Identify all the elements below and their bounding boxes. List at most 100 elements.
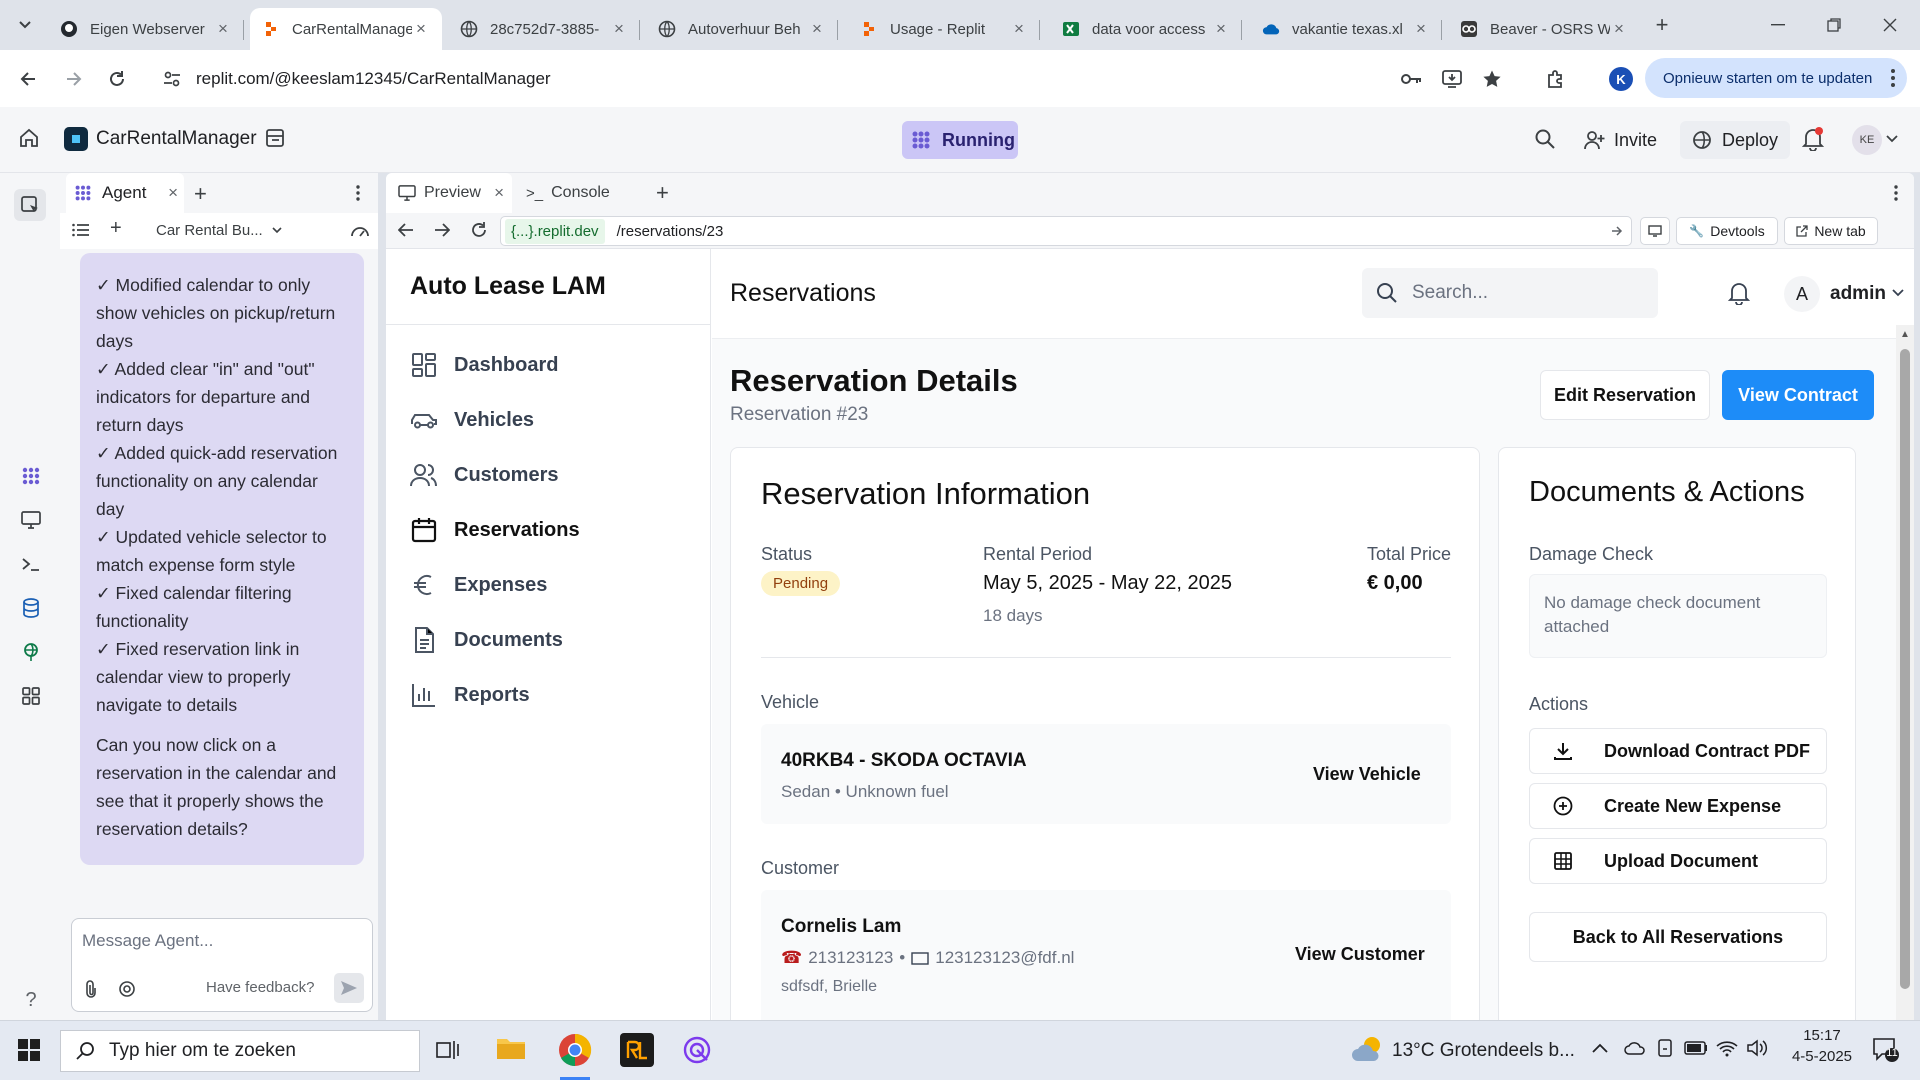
- nav-documents[interactable]: Documents: [410, 620, 563, 660]
- device-tray-icon[interactable]: [1656, 1039, 1674, 1059]
- search-input[interactable]: Search...: [1362, 268, 1658, 318]
- back-to-reservations-button[interactable]: Back to All Reservations: [1529, 912, 1827, 962]
- monitor-icon[interactable]: [18, 507, 44, 533]
- new-tab-button[interactable]: +: [656, 180, 669, 206]
- close-icon[interactable]: ×: [1010, 19, 1028, 38]
- password-key-icon[interactable]: [1396, 63, 1428, 95]
- tab-preview[interactable]: Preview ×: [386, 173, 512, 213]
- minimize-button[interactable]: [1750, 0, 1806, 50]
- nav-vehicles[interactable]: Vehicles: [410, 400, 534, 440]
- bell-icon[interactable]: [1728, 281, 1750, 305]
- notification-center-icon[interactable]: 11: [1872, 1037, 1900, 1063]
- task-view-icon[interactable]: [436, 1039, 460, 1061]
- taskbar-search[interactable]: Typ hier om te zoeken: [60, 1030, 420, 1072]
- edit-reservation-button[interactable]: Edit Reservation: [1540, 370, 1710, 420]
- close-icon[interactable]: ×: [168, 183, 178, 203]
- send-button[interactable]: [334, 973, 364, 1003]
- browser-tab-5[interactable]: data voor access ×: [1050, 8, 1242, 50]
- thread-title[interactable]: Car Rental Bu...: [156, 222, 263, 239]
- nav-reservations[interactable]: Reservations: [410, 510, 580, 550]
- nav-reports[interactable]: Reports: [410, 675, 530, 715]
- database-icon[interactable]: [18, 595, 44, 621]
- upload-document-button[interactable]: Upload Document: [1529, 838, 1827, 884]
- wifi-icon[interactable]: [1716, 1039, 1738, 1057]
- close-icon[interactable]: ×: [1610, 19, 1628, 38]
- chevron-down-icon[interactable]: [272, 227, 282, 234]
- view-customer-button[interactable]: View Customer: [1295, 944, 1425, 965]
- preview-address-input[interactable]: {...}.replit.dev /reservations/23: [500, 216, 1632, 246]
- home-icon[interactable]: [18, 127, 40, 149]
- browser-tab-3[interactable]: Autoverhuur Beh ×: [646, 8, 838, 50]
- feedback-link[interactable]: Have feedback?: [206, 979, 314, 996]
- device-toggle-button[interactable]: [1640, 217, 1670, 245]
- new-thread-button[interactable]: +: [110, 217, 122, 240]
- deployments-icon[interactable]: [18, 639, 44, 665]
- arrow-right-icon[interactable]: [434, 223, 450, 237]
- more-vert-icon[interactable]: [1891, 69, 1895, 87]
- nav-dashboard[interactable]: Dashboard: [410, 345, 558, 385]
- extensions-icon[interactable]: [1540, 63, 1572, 95]
- battery-icon[interactable]: [1684, 1041, 1708, 1055]
- scrollbar-thumb[interactable]: [1900, 349, 1910, 989]
- user-avatar[interactable]: KE: [1852, 125, 1882, 155]
- clock[interactable]: 15:17 4-5-2025: [1790, 1027, 1854, 1065]
- windows-start-icon[interactable]: [18, 1039, 40, 1061]
- close-icon[interactable]: ×: [214, 19, 232, 38]
- profile-avatar[interactable]: K: [1609, 67, 1633, 91]
- runelite-icon[interactable]: [620, 1033, 654, 1067]
- file-explorer-icon[interactable]: [496, 1035, 526, 1061]
- help-icon[interactable]: ?: [18, 987, 44, 1013]
- agent-icon[interactable]: [18, 463, 44, 489]
- volume-icon[interactable]: [1746, 1039, 1768, 1057]
- onedrive-tray-icon[interactable]: [1624, 1041, 1646, 1055]
- create-expense-button[interactable]: Create New Expense: [1529, 783, 1827, 829]
- arrow-left-icon[interactable]: [398, 223, 414, 237]
- message-input[interactable]: Message Agent...: [82, 931, 213, 951]
- user-avatar[interactable]: A: [1784, 276, 1820, 312]
- new-pane-tab-button[interactable]: +: [194, 181, 207, 207]
- omnibox[interactable]: replit.com/@keeslam12345/CarRentalManage…: [148, 59, 1388, 99]
- browser-tab-0[interactable]: Eigen Webserver ×: [48, 8, 244, 50]
- browser-tab-2[interactable]: 28c752d7-3885- ×: [448, 8, 640, 50]
- target-icon[interactable]: [118, 980, 136, 998]
- all-tools-icon[interactable]: [18, 683, 44, 709]
- nav-expenses[interactable]: Expenses: [410, 565, 547, 605]
- notifications-bell-icon[interactable]: [1802, 127, 1824, 151]
- site-info-icon[interactable]: [162, 69, 182, 89]
- chevron-down-icon[interactable]: [1892, 289, 1904, 297]
- close-icon[interactable]: ×: [412, 19, 430, 38]
- devtools-button[interactable]: 🔧 Devtools: [1676, 217, 1778, 245]
- tab-console[interactable]: >_ Console: [514, 173, 642, 213]
- close-icon[interactable]: ×: [808, 19, 826, 38]
- open-new-tab-button[interactable]: New tab: [1784, 217, 1878, 245]
- bookmark-star-icon[interactable]: [1476, 63, 1508, 95]
- maximize-button[interactable]: [1806, 0, 1862, 50]
- reload-icon[interactable]: [470, 221, 488, 239]
- invite-button[interactable]: Invite: [1574, 121, 1667, 159]
- go-arrow-icon[interactable]: [1611, 225, 1623, 237]
- reload-button[interactable]: [101, 63, 133, 95]
- close-icon[interactable]: ×: [1412, 19, 1430, 38]
- install-app-icon[interactable]: [1436, 63, 1468, 95]
- close-window-button[interactable]: [1862, 0, 1918, 50]
- forward-button[interactable]: [58, 63, 90, 95]
- shell-icon[interactable]: [18, 551, 44, 577]
- scroll-up-icon[interactable]: ▲: [1900, 329, 1910, 340]
- more-vert-icon[interactable]: [1894, 185, 1898, 201]
- nav-customers[interactable]: Customers: [410, 455, 558, 495]
- close-icon[interactable]: ×: [1212, 19, 1230, 38]
- thread-list-icon[interactable]: [72, 223, 90, 237]
- search-icon[interactable]: [1534, 128, 1556, 150]
- user-menu[interactable]: admin: [1830, 283, 1886, 305]
- attach-icon[interactable]: [84, 979, 98, 999]
- download-contract-button[interactable]: Download Contract PDF: [1529, 728, 1827, 774]
- update-button[interactable]: Opnieuw starten om te updaten: [1645, 58, 1907, 98]
- tab-search-button[interactable]: [8, 10, 42, 40]
- browser-tab-4[interactable]: Usage - Replit ×: [848, 8, 1040, 50]
- more-vert-icon[interactable]: [356, 185, 360, 201]
- close-icon[interactable]: ×: [494, 183, 504, 203]
- speed-gauge-icon[interactable]: [350, 222, 370, 238]
- agent-tab[interactable]: Agent ×: [66, 173, 184, 213]
- browser-tab-1[interactable]: CarRentalManager ×: [250, 8, 442, 50]
- back-button[interactable]: [12, 63, 44, 95]
